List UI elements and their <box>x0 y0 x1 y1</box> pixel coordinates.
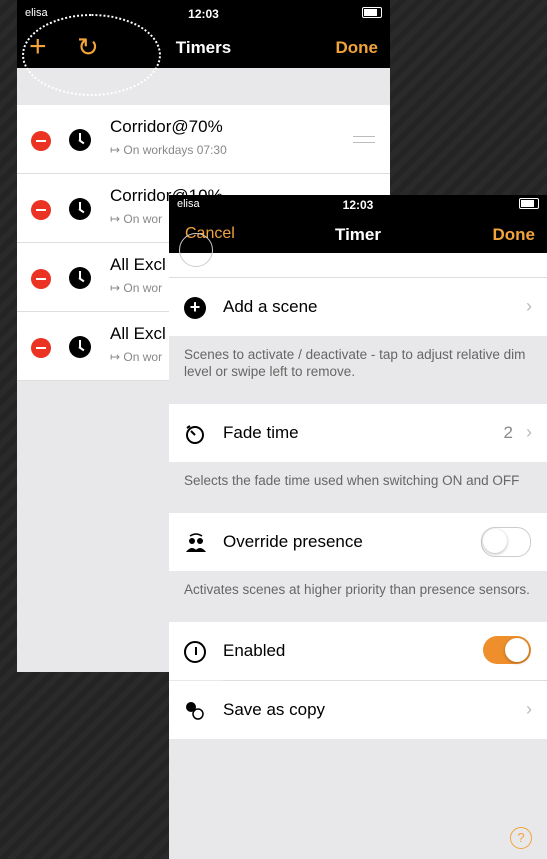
status-time: 12:03 <box>342 198 374 212</box>
timer-name: Corridor@70% <box>110 117 223 136</box>
scene-icon <box>179 233 213 267</box>
add-scene-note: Scenes to activate / deactivate - tap to… <box>169 336 547 390</box>
timer-schedule: ↦ On wor <box>110 212 163 226</box>
fade-time-value: 2 <box>503 423 513 442</box>
override-presence-label: Override presence <box>223 532 363 551</box>
copy-icon <box>184 700 206 722</box>
timer-name: All Excl <box>110 324 166 343</box>
timer-row[interactable]: Corridor@70% ↦ On workdays 07:30 <box>17 105 390 174</box>
fade-time-note: Selects the fade time used when switchin… <box>169 462 547 499</box>
power-icon <box>184 641 206 663</box>
chevron-right-icon: › <box>526 422 532 442</box>
help-icon[interactable]: ? <box>510 827 532 849</box>
people-icon <box>184 532 206 554</box>
enabled-toggle[interactable] <box>483 636 531 664</box>
save-as-copy-row[interactable]: Save as copy › <box>169 681 547 739</box>
timers-nav-bar: + ↻ Timers Done <box>17 28 390 68</box>
enabled-label: Enabled <box>223 641 286 660</box>
clock-icon <box>69 267 91 289</box>
timer-name: All Excl <box>110 255 166 274</box>
section-spacer <box>17 68 390 105</box>
page-title: Timer <box>335 225 381 244</box>
battery-icon <box>519 197 539 209</box>
override-presence-toggle[interactable] <box>481 527 531 557</box>
fade-time-label: Fade time <box>223 423 299 442</box>
timer-icon <box>184 423 206 445</box>
add-scene-row[interactable]: + Add a scene › <box>169 278 547 336</box>
status-bar: elisa 12:03 <box>169 195 547 213</box>
save-as-copy-label: Save as copy <box>223 700 326 719</box>
delete-icon[interactable] <box>31 338 51 358</box>
enabled-row: Enabled <box>169 622 547 680</box>
page-title: Timers <box>175 38 232 57</box>
clock-icon <box>69 129 91 151</box>
drag-handle-icon[interactable] <box>353 136 375 143</box>
delete-icon[interactable] <box>31 200 51 220</box>
status-icons <box>362 6 382 18</box>
add-scene-label: Add a scene <box>223 297 318 316</box>
plus-circle-icon: + <box>184 297 206 319</box>
override-presence-row: Override presence <box>169 513 547 571</box>
clock-icon <box>69 336 91 358</box>
status-bar: elisa 12:03 <box>17 0 390 28</box>
toggle-knob <box>483 529 507 553</box>
scene-row-partial <box>169 233 547 278</box>
clock-icon <box>69 198 91 220</box>
timer-nav-bar: Cancel Timer Done <box>169 213 547 253</box>
status-icons <box>519 197 539 209</box>
battery-icon <box>362 6 382 18</box>
timer-edit-screen: elisa 12:03 Cancel Timer Done + Add a sc… <box>169 195 547 859</box>
status-time: 12:03 <box>188 7 219 21</box>
chevron-right-icon: › <box>526 699 532 719</box>
fade-time-row[interactable]: Fade time 2 › <box>169 404 547 462</box>
chevron-right-icon: › <box>526 296 532 316</box>
timer-schedule: ↦ On wor <box>110 281 163 295</box>
toggle-knob <box>505 638 529 662</box>
timer-schedule: ↦ On workdays 07:30 <box>110 143 227 157</box>
delete-icon[interactable] <box>31 131 51 151</box>
done-button[interactable]: Done <box>493 225 536 245</box>
timer-schedule: ↦ On wor <box>110 350 163 364</box>
delete-icon[interactable] <box>31 269 51 289</box>
override-presence-note: Activates scenes at higher priority than… <box>169 571 547 608</box>
done-button[interactable]: Done <box>336 38 379 58</box>
